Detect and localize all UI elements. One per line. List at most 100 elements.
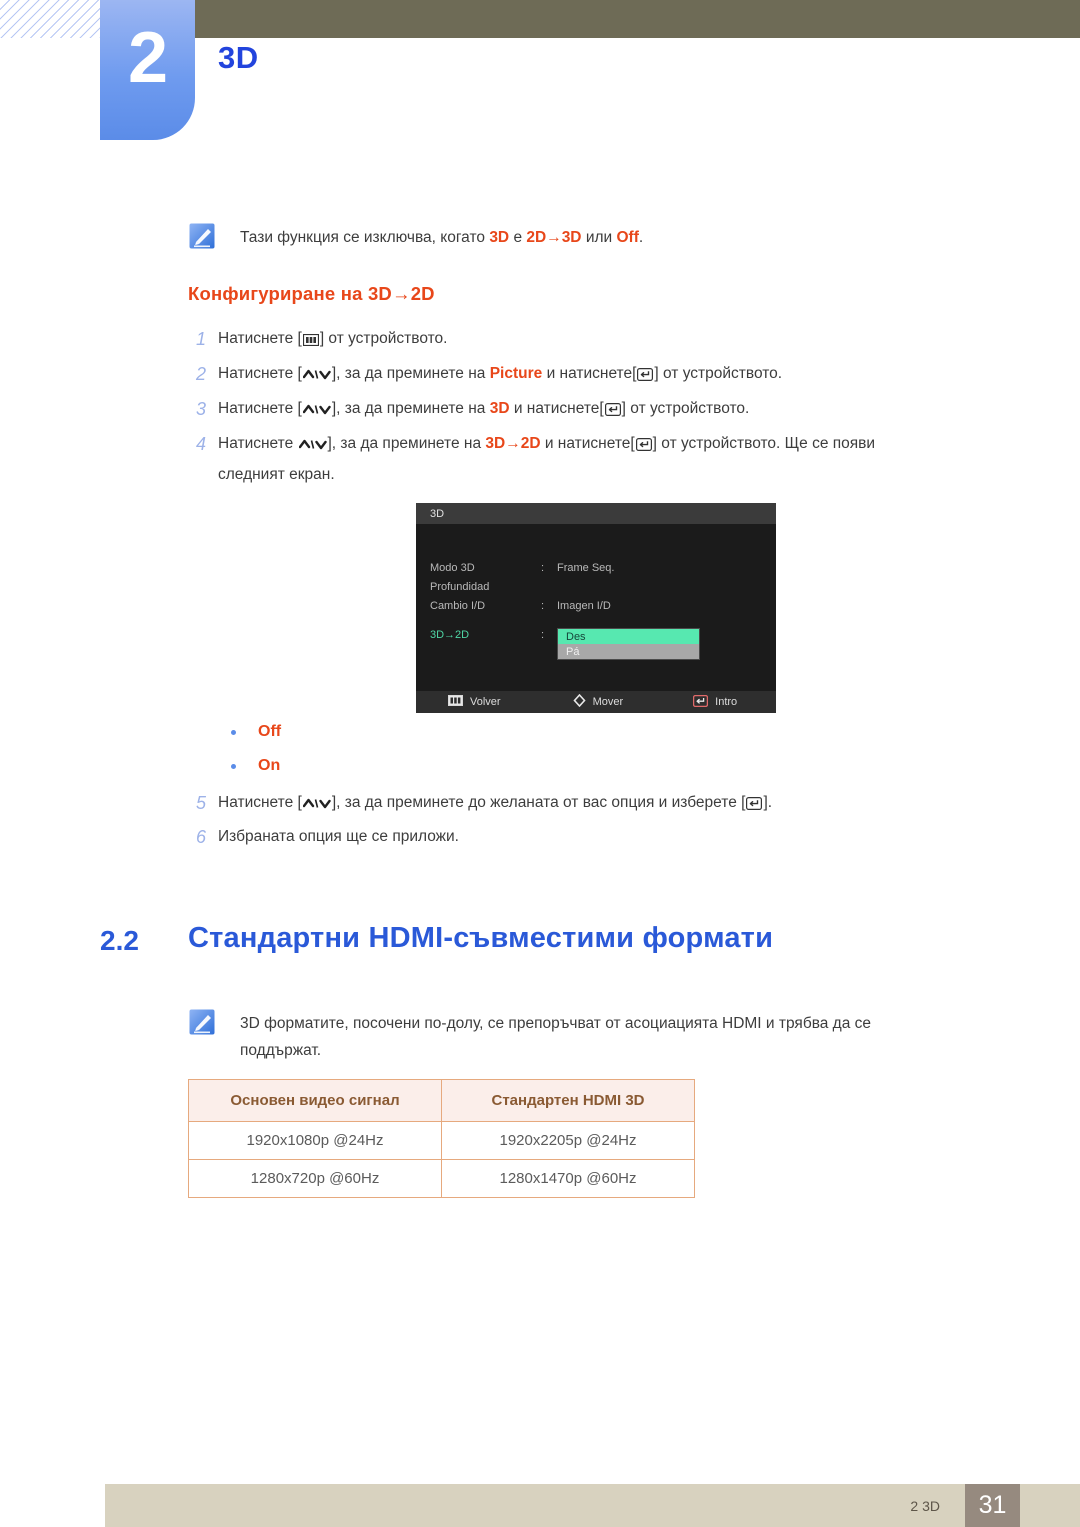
osd-footer-mover[interactable]: Mover [572,693,624,710]
note-top-kw-3d: 3D [489,229,510,246]
step-5-part-c: ]. [763,794,773,811]
osd-footer-bar: Volver Mover Intro [416,691,776,713]
osd-value-modo-3d: Frame Seq. [557,561,615,574]
menu-bars-icon [448,695,463,709]
table-row: 1280x720p @60Hz 1280x1470p @60Hz [188,1159,695,1198]
step-3: 3 Натиснете [], за да преминете на 3D и … [188,395,749,426]
note-top-kw-2d3d: 2D→3D [526,229,582,246]
osd-row-profundidad[interactable]: Profundidad [416,577,776,596]
osd-option-des[interactable]: Des [558,629,699,644]
step-4-text: Натиснете ], за да преминете на 3D→2D и … [218,430,875,489]
enter-return-key-icon [604,398,621,426]
enter-return-key-icon [746,792,763,820]
note-top-part-4: . [638,229,644,246]
step-3-part-d: ] от устройството. [621,400,750,417]
osd-row-modo-3d[interactable]: Modo 3D : Frame Seq. [416,558,776,577]
osd-row-cambio-id[interactable]: Cambio I/D : Imagen I/D [416,596,776,615]
step-4-part-d: ] от устройството. Ще се появи [652,435,876,452]
bullet-off: Off [231,723,281,741]
table-header-hdmi-3d: Стандартен HDMI 3D [441,1079,695,1122]
osd-option-pa[interactable]: Pá [558,644,699,659]
step-1: 1 Натиснете [ ] от устройството. [188,325,447,356]
step-4-part-a: Натиснете [218,435,298,452]
bullet-dot-icon [231,729,236,735]
step-2-part-c: и натиснете[ [542,365,637,382]
note-pen-icon [188,1008,218,1038]
step-6-text: Избраната опция ще се приложи. [218,828,459,845]
step-6: 6 Избраната опция ще се приложи. [188,823,459,851]
osd-colon-3: : [541,628,545,641]
hdmi-format-table: Основен видео сигнал Стандартен HDMI 3D … [188,1079,695,1198]
table-header-video-signal: Основен видео сигнал [188,1079,442,1122]
step-2-part-a: Натиснете [ [218,365,302,382]
step-3-text: Натиснете [], за да преминете на 3D и на… [218,395,749,426]
osd-dropdown[interactable]: Des Pá [557,628,700,660]
step-4-part-b: ], за да преминете на [327,435,486,452]
bullet-on-label: On [258,757,281,774]
step-2-part-d: ] от устройството. [654,365,783,382]
section-number: 2.2 [100,925,139,956]
step-2-text: Натиснете [], за да преминете на Picture… [218,360,782,391]
osd-footer-intro-label: Intro [715,696,738,708]
step-5-part-a: Натиснете [ [218,794,302,811]
note-top-kw-off: Off [616,229,639,246]
table-cell-r1c0: 1280x720p @60Hz [188,1159,442,1198]
table-cell-r0c0: 1920x1080p @24Hz [188,1121,442,1160]
step-3-keyword: 3D [489,400,510,417]
osd-value-cambio-id: Imagen I/D [557,599,611,612]
chevron-updown-icon [302,792,331,820]
note-top-part-1: Тази функция се изключва, когато [240,229,490,246]
osd-body: Modo 3D : Frame Seq. Profundidad Cambio … [416,524,776,691]
note-bottom-line2: поддържат. [240,1042,322,1059]
page-number: 31 [978,1491,1007,1519]
step-1-part-b: ] от устройството. [319,330,448,347]
step-1-number: 1 [196,329,207,349]
osd-menu-screenshot: 3D Modo 3D : Frame Seq. Profundidad Camb… [416,503,776,713]
enter-return-key-icon [635,433,652,461]
note-top-text: Тази функция се изключва, когато 3D е 2D… [240,224,643,251]
section-title: Стандартни HDMI-съвместими формати [188,922,774,954]
note-pen-icon [188,222,218,252]
step-1-part-a: Натиснете [ [218,330,302,347]
step-4-number: 4 [196,434,207,454]
osd-footer-mover-label: Mover [592,696,624,708]
table-header-row: Основен видео сигнал Стандартен HDMI 3D [188,1079,695,1122]
note-bottom: 3D форматите, посочени по-долу, се препо… [188,1008,871,1064]
osd-label-profundidad: Profundidad [430,580,490,593]
table-cell-r0c1: 1920x2205p @24Hz [441,1121,695,1160]
step-4-line2: следният екран. [218,466,335,483]
note-bottom-text: 3D форматите, посочени по-долу, се препо… [240,1010,871,1064]
note-top-part-2: е [509,229,527,246]
osd-label-3d-to-2d: 3D→2D [430,628,470,641]
step-2-keyword: Picture [489,365,543,382]
table-row: 1920x1080p @24Hz 1920x2205p @24Hz [188,1121,695,1160]
osd-title-bar: 3D [416,503,776,524]
chevron-updown-icon [302,398,331,426]
osd-label-cambio-id: Cambio I/D [430,599,486,612]
step-3-part-b: ], за да преминете на [331,400,490,417]
step-4-keyword: 3D→2D [485,435,541,452]
osd-footer-volver[interactable]: Volver [448,695,501,709]
note-top: Тази функция се изключва, когато 3D е 2D… [188,222,643,252]
osd-colon-2: : [541,599,545,612]
osd-footer-intro[interactable]: Intro [693,694,738,710]
bullet-off-label: Off [258,723,282,740]
step-2-number: 2 [196,364,207,384]
footer-chapter-label: 2 3D [910,1498,940,1514]
step-3-part-a: Натиснете [ [218,400,302,417]
step-4-part-c: и натиснете[ [540,435,635,452]
osd-label-modo-3d: Modo 3D [430,561,475,574]
enter-return-icon [693,694,709,710]
osd-title-text: 3D [430,507,445,520]
diamond-move-icon [572,693,586,710]
osd-colon-0: : [541,561,545,574]
header-olive-bar [180,0,1080,38]
step-5-number: 5 [196,793,207,813]
chapter-number: 2 [127,18,168,98]
bullet-on: On [231,757,280,775]
enter-return-key-icon [637,363,654,391]
menu-key-icon [302,328,319,356]
step-1-text: Натиснете [ ] от устройството. [218,325,447,356]
step-4: 4 Натиснете ], за да преминете на 3D→2D … [188,430,875,489]
note-top-part-3: или [581,229,617,246]
